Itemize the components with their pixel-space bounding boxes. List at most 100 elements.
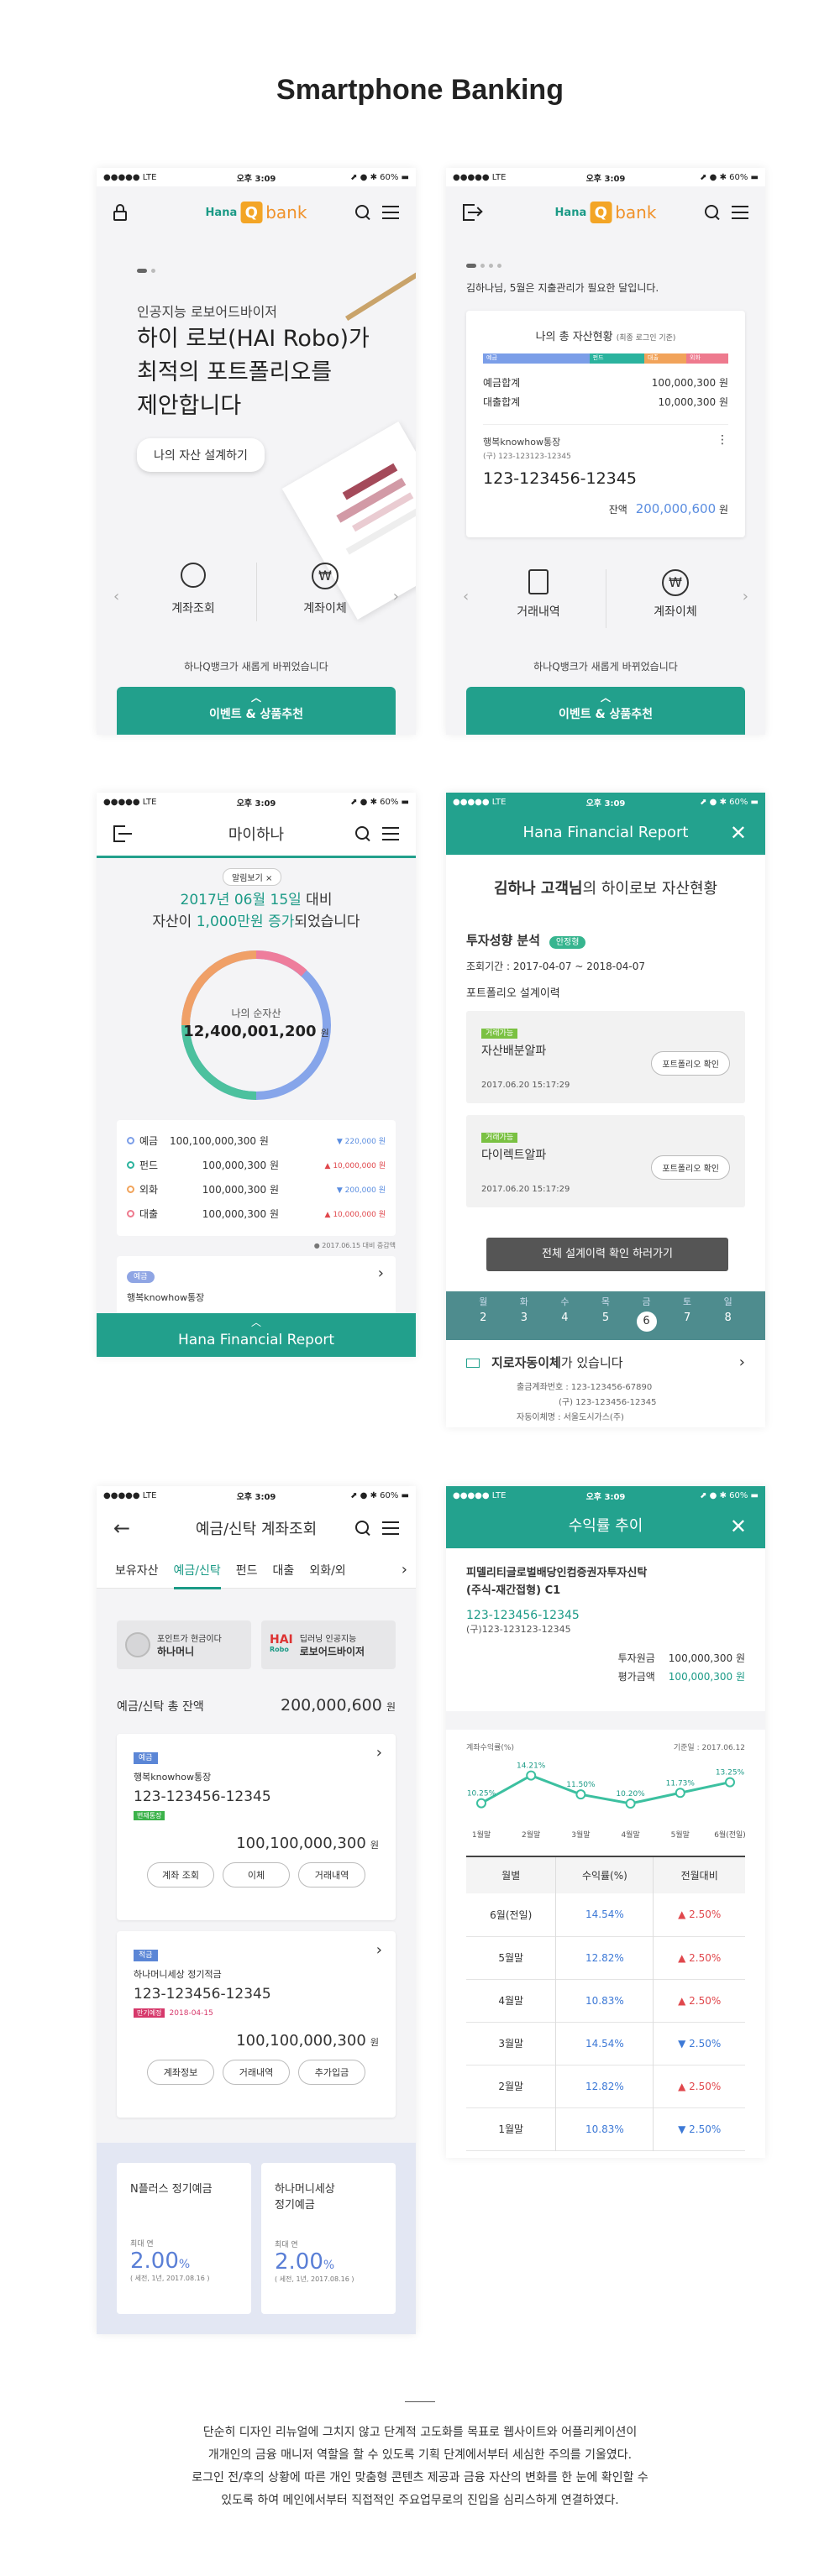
table-cell: 4월말 <box>466 1979 557 2022</box>
data-label: 14.21% <box>517 1762 546 1771</box>
menu-icon[interactable] <box>382 206 399 219</box>
search-icon[interactable] <box>355 205 370 220</box>
view-all-history-button[interactable]: 전체 설계이력 확인 하러가기 <box>486 1238 728 1271</box>
financial-report-button[interactable]: ︿ Hana Financial Report <box>97 1313 416 1357</box>
chevron-up-icon: ︿ <box>251 1317 262 1328</box>
quick-transfer[interactable]: ₩ 계좌이체 <box>638 569 713 620</box>
notice-text: 하나Q뱅크가 새롭게 바뀌었습니다 <box>184 661 328 673</box>
back-arrow-icon[interactable]: ← <box>113 1516 130 1540</box>
chevron-left-icon[interactable]: ‹ <box>113 588 119 605</box>
screen-yield-trend: ●●●●● LTE 오후 3:09 ⬈ ● ✱ 60% ▬ 수익률 추이 ✕ 피… <box>446 1486 765 2158</box>
x-tick-label: 3월말 <box>571 1830 590 1840</box>
logout-icon[interactable] <box>113 825 132 842</box>
status-bar: ●●●●● LTE 오후 3:09 ⬈ ● ✱ 60% ▬ <box>446 793 765 811</box>
transactions-button[interactable]: 거래내역 <box>298 1862 365 1887</box>
product-recommend-area: N플러스 정기예금 최대 연 2.00% ( 세전, 1년, 2017.08.1… <box>97 2143 416 2334</box>
table-cell: ▼ 2.50% <box>678 2037 722 2050</box>
account-info-button[interactable]: 계좌정보 <box>147 2060 214 2085</box>
table-cell: 14.54% <box>555 1893 654 1936</box>
calendar-day[interactable]: 2 <box>473 1312 493 1332</box>
promo-hana-money[interactable]: 포인트가 현금이다 하나머니 <box>117 1620 251 1669</box>
chevron-up-icon: ︿ <box>251 692 262 704</box>
report-header: Hana Financial Report ✕ <box>446 811 765 855</box>
hana-q-bank-logo[interactable]: Hana Q bank <box>555 202 656 223</box>
account-inquiry-button[interactable]: 계좌 조회 <box>147 1862 214 1887</box>
won-transfer-icon: ₩ <box>312 563 339 589</box>
x-tick-label: 6월(전일) <box>714 1830 746 1840</box>
x-tick-label: 5월말 <box>671 1830 690 1840</box>
tab-loan[interactable]: 대출 <box>273 1562 295 1579</box>
table-cell: ▲ 2.50% <box>678 2080 722 2092</box>
asset-summary-card[interactable]: 나의 총 자산현황 (최종 로그인 기준) 예금 펀드 대출 외화 예금합계 1… <box>466 311 745 537</box>
x-tick-label: 1월말 <box>472 1830 491 1840</box>
chevron-right-icon[interactable]: › <box>743 588 748 605</box>
status-bar: ●●●●● LTE 오후 3:09 ⬈ ● ✱ 60% ▬ <box>446 1486 765 1505</box>
menu-icon[interactable] <box>382 826 399 840</box>
savings-account-card[interactable]: 적금 › 하나머니세상 정기적금 123-123456-12345 만기예정 2… <box>117 1931 396 2118</box>
app-header: 마이하나 <box>97 811 416 858</box>
table-cell: 5월말 <box>466 1936 557 1979</box>
portfolio-check-button[interactable]: 포트폴리오 확인 <box>651 1155 730 1180</box>
history-item[interactable]: 거래가능 다이렉트알파 2017.06.20 15:17:29 포트폴리오 확인 <box>466 1115 745 1207</box>
asset-ratio-bar: 예금 펀드 대출 외화 <box>483 353 728 364</box>
alert-toggle[interactable]: 알림보기 × <box>223 868 282 886</box>
design-assets-button[interactable]: 나의 자산 설계하기 <box>137 438 265 472</box>
calendar-day-selected[interactable]: 6 <box>636 1312 657 1332</box>
promo-robo-advisor[interactable]: HAI Robo 딥러닝 인공지능 로보어드바이저 <box>261 1620 396 1669</box>
close-icon[interactable]: ✕ <box>730 1505 747 1548</box>
transactions-button[interactable]: 거래내역 <box>223 2060 290 2085</box>
deposit-account-card[interactable]: 예금 › 행복knowhow통장 123-123456-12345 변재통장 1… <box>117 1734 396 1920</box>
calendar-day[interactable]: 3 <box>514 1312 534 1332</box>
chevron-right-icon[interactable]: › <box>393 588 399 605</box>
tab-deposit-trust[interactable]: 예금/신탁 <box>173 1562 221 1589</box>
calendar-day[interactable]: 4 <box>554 1312 575 1332</box>
menu-icon[interactable] <box>732 206 748 219</box>
quick-history[interactable]: 거래내역 <box>501 569 576 620</box>
additional-deposit-button[interactable]: 추가입금 <box>298 2060 365 2085</box>
transfer-button[interactable]: 이체 <box>223 1862 290 1887</box>
calendar-day[interactable]: 7 <box>677 1312 697 1332</box>
table-cell: 12.82% <box>555 1936 654 1979</box>
tab-holdings[interactable]: 보유자산 <box>115 1562 159 1579</box>
table-cell: 6월(전일) <box>466 1893 557 1936</box>
search-icon[interactable] <box>355 1521 370 1536</box>
mail-icon <box>466 1359 480 1368</box>
data-point <box>476 1798 486 1809</box>
data-point <box>526 1770 537 1781</box>
chevron-right-icon[interactable]: › <box>402 1561 407 1579</box>
event-recommend-button[interactable]: ︿ 이벤트 & 상품추천 <box>117 687 396 735</box>
hana-q-bank-logo[interactable]: Hana Q bank <box>206 202 307 223</box>
quick-account-inquiry[interactable]: 계좌조회 <box>160 563 227 616</box>
event-recommend-button[interactable]: ︿ 이벤트 & 상품추천 <box>466 687 745 735</box>
search-icon[interactable] <box>705 205 720 220</box>
quick-transfer[interactable]: ₩ 계좌이체 <box>291 563 359 616</box>
close-icon[interactable]: ✕ <box>730 811 747 855</box>
hai-robo-logo: HAI Robo <box>270 1633 293 1653</box>
yield-line-chart: 10.25% 1월말 14.21% 2월말 11.50% 3월말 10.20% 4월말 11.7… <box>467 1762 746 1840</box>
screen-my-hana: ●●●●● LTE 오후 3:09 ⬈ ● ✱ 60% ▬ 마이하나 알림보기 … <box>97 793 416 1357</box>
lock-icon[interactable] <box>113 204 127 221</box>
logout-icon[interactable] <box>463 204 483 221</box>
portfolio-check-button[interactable]: 포트폴리오 확인 <box>651 1051 730 1076</box>
auto-transfer-notice[interactable]: 지로자동이체가 있습니다 › 출금계좌번호 : 123-123456-67890… <box>466 1353 745 1422</box>
net-asset-donut: 나의 순자산 12,400,001,200 원 <box>178 947 334 1103</box>
data-label: 11.73% <box>666 1779 696 1788</box>
tab-fund[interactable]: 펀드 <box>236 1562 258 1579</box>
more-options-icon[interactable]: ⋮ <box>717 433 728 447</box>
asset-breakdown-list: 예금 100,100,000,300 원 ▼ 220,000 원 펀드 100,… <box>117 1120 396 1236</box>
calendar-day[interactable]: 8 <box>718 1312 738 1332</box>
calendar-day[interactable]: 5 <box>596 1312 616 1332</box>
card-title: 나의 총 자산현황 (최종 로그인 기준) <box>535 331 676 343</box>
history-item[interactable]: 거래가능 자산배분알파 2017.06.20 15:17:29 포트폴리오 확인 <box>466 1011 745 1103</box>
table-row: 5월말 12.82% ▲ 2.50% <box>466 1936 745 1979</box>
screen-home-robo: ●●●●● LTE 오후 3:09 ⬈ ● ✱ 60% ▬ Hana Q ban… <box>97 168 416 735</box>
product-card[interactable]: 하나머니세상 정기예금 최대 연 2.00% ( 세전, 1년, 2017.08… <box>261 2163 396 2314</box>
page-title: Smartphone Banking <box>276 74 564 106</box>
chevron-left-icon[interactable]: ‹ <box>463 588 469 605</box>
chevron-right-icon: › <box>375 1744 382 1762</box>
table-cell: 10.83% <box>555 1979 654 2022</box>
tab-foreign[interactable]: 외화/외 <box>309 1562 345 1579</box>
menu-icon[interactable] <box>382 1521 399 1535</box>
product-card[interactable]: N플러스 정기예금 최대 연 2.00% ( 세전, 1년, 2017.08.1… <box>117 2163 251 2314</box>
search-icon[interactable] <box>355 825 370 841</box>
